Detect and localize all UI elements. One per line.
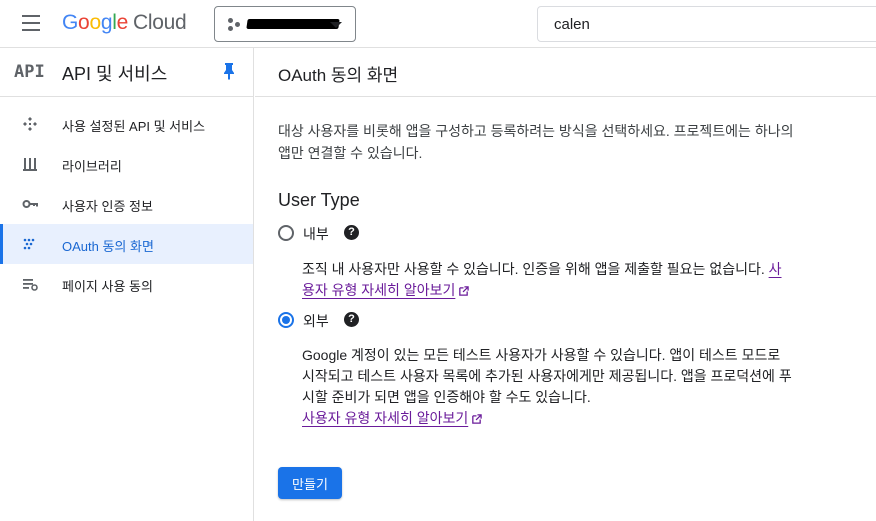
internal-label: 내부 <box>303 226 329 242</box>
google-cloud-logo[interactable]: Google Cloud <box>62 11 187 35</box>
user-type-heading: User Type <box>278 190 360 210</box>
key-icon <box>22 200 38 208</box>
internal-description-text: 조직 내 사용자만 사용할 수 있습니다. 인증을 위해 앱을 제출할 필요는 … <box>302 261 765 277</box>
external-description: Google 계정이 있는 모든 테스트 사용자가 사용할 수 있습니다. 앱이… <box>302 345 792 429</box>
search-input[interactable] <box>538 7 876 41</box>
user-type-external-option[interactable]: 외부 ? <box>278 312 368 332</box>
api-logo-icon: API <box>14 62 45 82</box>
project-name-redacted <box>246 19 340 29</box>
sidebar-item-enabled-apis[interactable]: 사용 설정된 API 및 서비스 <box>0 104 253 144</box>
enabled-apis-icon <box>23 117 37 131</box>
top-bar: Google Cloud <box>0 0 876 48</box>
external-learn-more-link[interactable]: 사용자 유형 자세히 알아보기 <box>302 410 468 426</box>
search-box[interactable] <box>537 6 876 42</box>
external-link-icon <box>459 286 470 296</box>
oauth-consent-icon <box>23 238 35 250</box>
create-button[interactable]: 만들기 <box>278 467 342 499</box>
sidebar: API API 및 서비스 사용 설정된 API 및 서비스 라이브러리 사용자… <box>0 48 254 521</box>
help-icon[interactable]: ? <box>344 225 359 240</box>
external-label: 외부 <box>303 313 329 329</box>
external-link-icon <box>472 414 482 424</box>
main-menu-icon[interactable] <box>22 15 42 31</box>
external-description-text: Google 계정이 있는 모든 테스트 사용자가 사용할 수 있습니다. 앱이… <box>302 347 792 405</box>
chevron-down-icon <box>330 22 342 28</box>
internal-description: 조직 내 사용자만 사용할 수 있습니다. 인증을 위해 앱을 제출할 필요는 … <box>302 259 792 301</box>
title-divider <box>255 96 876 97</box>
sidebar-item-page-usage[interactable]: 페이지 사용 동의 <box>0 264 253 304</box>
sidebar-nav: 사용 설정된 API 및 서비스 라이브러리 사용자 인증 정보 OAuth 동… <box>0 97 253 304</box>
user-type-internal-option[interactable]: 내부 ? <box>278 225 368 245</box>
internal-radio[interactable] <box>278 225 294 241</box>
project-dots-icon <box>228 18 242 32</box>
sidebar-item-credentials[interactable]: 사용자 인증 정보 <box>0 184 253 224</box>
sidebar-title: API 및 서비스 <box>62 64 168 84</box>
pin-icon[interactable] <box>222 62 236 80</box>
sidebar-item-oauth-consent[interactable]: OAuth 동의 화면 <box>0 224 253 264</box>
page-usage-icon <box>23 279 38 291</box>
intro-text: 대상 사용자를 비롯해 앱을 구성하고 등록하려는 방식을 선택하세요. 프로젝… <box>278 123 794 161</box>
sidebar-header: API API 및 서비스 <box>0 48 253 97</box>
project-picker[interactable] <box>214 6 356 42</box>
help-icon[interactable]: ? <box>344 312 359 327</box>
library-icon <box>23 158 37 171</box>
page-title: OAuth 동의 화면 <box>278 66 399 85</box>
external-radio[interactable] <box>278 312 294 328</box>
sidebar-item-library[interactable]: 라이브러리 <box>0 144 253 184</box>
